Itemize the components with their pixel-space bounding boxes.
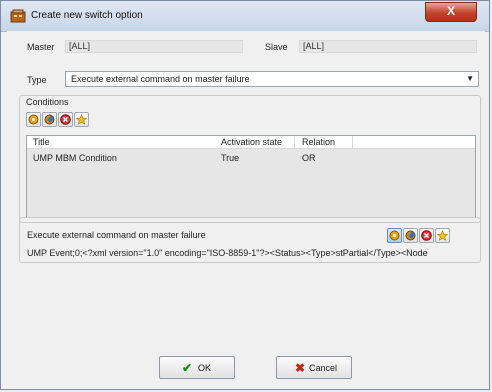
gear-add-icon bbox=[389, 230, 400, 241]
slave-label: Slave bbox=[265, 42, 288, 52]
cell-activation-state: True bbox=[221, 153, 240, 163]
ok-label: OK bbox=[198, 363, 212, 373]
dropdown-arrow-icon[interactable]: ▼ bbox=[466, 72, 474, 86]
add-condition-button[interactable] bbox=[26, 112, 41, 127]
cell-title: UMP MBM Condition bbox=[33, 153, 117, 163]
dialog-body: Master [ALL] Slave [ALL] Type Execute ex… bbox=[7, 31, 485, 383]
cancel-label: Cancel bbox=[309, 363, 338, 373]
star-icon bbox=[76, 114, 87, 125]
conditions-table: Title Activation state Relation UMP MBM … bbox=[26, 135, 476, 217]
type-label: Type bbox=[27, 75, 47, 85]
delete-icon bbox=[421, 230, 432, 241]
command-value[interactable]: UMP Event;0;<?xml version="1.0" encoding… bbox=[27, 248, 485, 258]
edit-command-button[interactable] bbox=[403, 228, 418, 243]
cancel-button[interactable]: ✖ Cancel bbox=[276, 356, 352, 379]
column-relation[interactable]: Relation bbox=[302, 137, 335, 147]
table-row[interactable]: UMP MBM Condition True OR bbox=[27, 149, 475, 217]
add-command-button[interactable] bbox=[387, 228, 402, 243]
master-field[interactable]: [ALL] bbox=[65, 40, 243, 53]
delete-condition-button[interactable] bbox=[58, 112, 73, 127]
dialog-window: Create new switch option X Master [ALL] … bbox=[0, 0, 490, 390]
gear-edit-icon bbox=[405, 230, 416, 241]
type-select[interactable]: Execute external command on master failu… bbox=[65, 71, 479, 87]
command-label: Execute external command on master failu… bbox=[27, 230, 206, 240]
cell-relation: OR bbox=[302, 153, 316, 163]
window-title: Create new switch option bbox=[31, 10, 143, 21]
edit-condition-button[interactable] bbox=[42, 112, 57, 127]
column-activation-state[interactable]: Activation state bbox=[221, 137, 282, 147]
delete-command-button[interactable] bbox=[419, 228, 434, 243]
close-button[interactable]: X bbox=[425, 2, 477, 22]
delete-icon bbox=[60, 114, 71, 125]
gear-edit-icon bbox=[44, 114, 55, 125]
star-icon bbox=[437, 230, 448, 241]
checkmark-icon: ✔ bbox=[182, 361, 193, 375]
gear-add-icon bbox=[28, 114, 39, 125]
master-label: Master bbox=[27, 42, 55, 52]
conditions-label: Conditions bbox=[26, 97, 69, 107]
favorite-condition-button[interactable] bbox=[74, 112, 89, 127]
title-bar: Create new switch option X bbox=[1, 1, 489, 32]
table-header: Title Activation state Relation bbox=[27, 136, 475, 149]
column-divider bbox=[294, 136, 295, 148]
favorite-command-button[interactable] bbox=[435, 228, 450, 243]
app-icon bbox=[10, 9, 26, 23]
cross-icon: ✖ bbox=[295, 361, 306, 375]
ok-button[interactable]: ✔ OK bbox=[159, 356, 235, 379]
column-title[interactable]: Title bbox=[33, 137, 50, 147]
slave-field[interactable]: [ALL] bbox=[299, 40, 477, 53]
type-select-value: Execute external command on master failu… bbox=[71, 74, 250, 84]
column-divider bbox=[352, 136, 353, 148]
close-icon: X bbox=[446, 4, 455, 18]
